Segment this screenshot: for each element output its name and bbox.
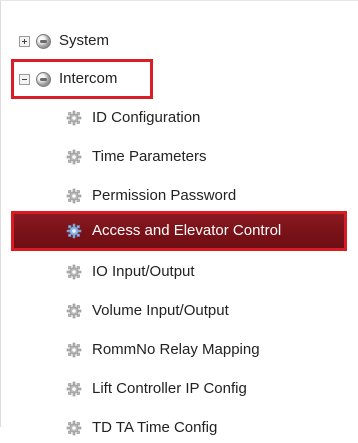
tree-item-volume-input-output[interactable]: Volume Input/Output [66, 296, 229, 326]
tree-item-label: TD TA Time Config [92, 419, 218, 436]
globe-gear-icon [36, 33, 51, 49]
tree-item-label: Permission Password [92, 187, 237, 204]
expand-icon[interactable] [19, 35, 30, 47]
tree-item-label: Time Parameters [92, 148, 207, 165]
tree-item-io-input-output[interactable]: IO Input/Output [66, 257, 195, 287]
tree-item-label: ID Configuration [92, 109, 201, 126]
gear-icon [66, 188, 82, 204]
tree-item-label: Lift Controller IP Config [92, 380, 247, 397]
gear-icon [66, 381, 82, 397]
tree-item-label: IO Input/Output [92, 263, 195, 280]
tree-node-system[interactable]: System [19, 26, 109, 56]
settings-tree-panel: System Intercom ID Configuration Time Pa… [0, 0, 358, 436]
tree-item-id-configuration[interactable]: ID Configuration [66, 103, 200, 133]
tree-item-lift-controller-ip-config[interactable]: Lift Controller IP Config [66, 374, 247, 404]
tree-item-permission-password[interactable]: Permission Password [66, 181, 236, 211]
collapse-icon[interactable] [19, 73, 30, 85]
gear-icon [66, 149, 82, 165]
gear-icon [66, 342, 82, 358]
tree-node-intercom[interactable]: Intercom [19, 64, 117, 94]
tree-item-time-parameters[interactable]: Time Parameters [66, 142, 206, 172]
tree-node-label: Intercom [59, 70, 118, 87]
tree-item-rommno-relay-mapping[interactable]: RommNo Relay Mapping [66, 335, 260, 365]
tree-item-label: RommNo Relay Mapping [92, 341, 260, 358]
gear-icon [66, 110, 82, 126]
tree-item-td-ta-time-config[interactable]: TD TA Time Config [66, 413, 217, 443]
tree-item-label: Access and Elevator Control [92, 222, 282, 239]
tree-node-label: System [59, 32, 110, 49]
gear-icon [66, 303, 82, 319]
gear-icon [66, 264, 82, 280]
globe-gear-icon [36, 71, 51, 87]
gear-icon [66, 420, 82, 436]
tree-item-label: Volume Input/Output [92, 302, 229, 319]
tree-item-access-and-elevator-control[interactable]: Access and Elevator Control [66, 216, 281, 246]
gear-icon [66, 223, 82, 239]
